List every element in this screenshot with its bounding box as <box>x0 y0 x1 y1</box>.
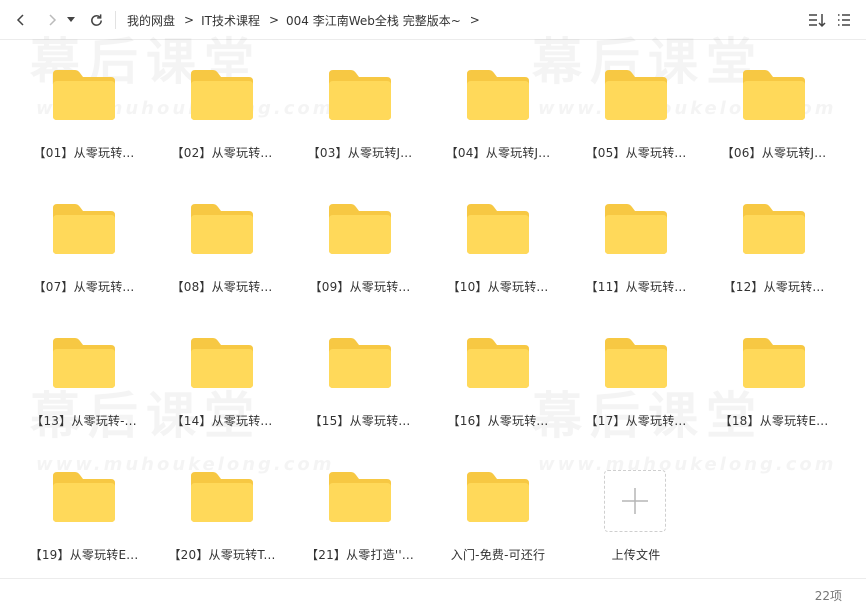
history-dropdown[interactable] <box>63 8 79 32</box>
upload-dropzone[interactable] <box>604 470 666 532</box>
list-view-icon <box>838 14 850 26</box>
folder-icon <box>329 472 391 522</box>
folder-label: 【02】从零玩转... <box>171 146 273 160</box>
folder-item[interactable]: 【18】从零玩转E... <box>705 326 843 460</box>
chevron-left-icon <box>16 14 24 26</box>
upload-file-tile[interactable]: 上传文件 <box>567 460 705 594</box>
folder-item[interactable]: 【11】从零玩转... <box>567 192 705 326</box>
folder-label: 【06】从零玩转J... <box>721 146 827 160</box>
folder-icon <box>53 204 115 254</box>
caret-down-icon <box>67 17 75 22</box>
folder-icon <box>329 70 391 120</box>
folder-icon <box>467 338 529 388</box>
folder-label: 【10】从零玩转... <box>447 280 549 294</box>
folder-label: 【17】从零玩转... <box>585 414 687 428</box>
breadcrumb-separator: > <box>268 13 280 27</box>
breadcrumb-item-root[interactable]: 我的网盘 <box>127 12 175 29</box>
breadcrumb: 我的网盘 > IT技术课程 > 004 李江南Web全栈 完整版本~ > <box>127 0 487 40</box>
breadcrumb-separator: > <box>469 13 480 27</box>
folder-item[interactable]: 【09】从零玩转... <box>291 192 429 326</box>
folder-icon <box>743 338 805 388</box>
folder-label: 【13】从零玩转-... <box>31 414 137 428</box>
folder-item[interactable]: 【07】从零玩转... <box>15 192 153 326</box>
folder-label: 入门-免费-可还行 <box>450 548 546 562</box>
folder-item[interactable]: 【20】从零玩转T... <box>153 460 291 594</box>
folder-label: 【01】从零玩转... <box>33 146 135 160</box>
folder-item[interactable]: 【19】从零玩转E... <box>15 460 153 594</box>
folder-icon <box>467 70 529 120</box>
folder-icon <box>467 472 529 522</box>
folder-item[interactable]: 【14】从零玩转... <box>153 326 291 460</box>
folder-icon <box>53 338 115 388</box>
folder-item[interactable]: 【02】从零玩转... <box>153 58 291 192</box>
folder-item[interactable]: 【15】从零玩转... <box>291 326 429 460</box>
folder-icon <box>191 70 253 120</box>
refresh-icon <box>90 13 102 26</box>
folder-icon <box>743 204 805 254</box>
refresh-button[interactable] <box>84 8 108 32</box>
sort-icon <box>809 14 826 28</box>
folder-label: 【21】从零打造''... <box>306 548 414 562</box>
back-button[interactable] <box>9 8 33 32</box>
plus-icon <box>622 488 648 514</box>
folder-item[interactable]: 【16】从零玩转... <box>429 326 567 460</box>
folder-icon <box>467 204 529 254</box>
folder-label: 【19】从零玩转E... <box>29 548 139 562</box>
breadcrumb-item-current[interactable]: 004 李江南Web全栈 完整版本~ <box>286 12 461 29</box>
folder-item[interactable]: 【01】从零玩转... <box>15 58 153 192</box>
folder-item[interactable]: 【06】从零玩转J... <box>705 58 843 192</box>
breadcrumb-item-category[interactable]: IT技术课程 <box>201 12 260 29</box>
folder-icon <box>605 70 667 120</box>
folder-label: 【07】从零玩转... <box>33 280 135 294</box>
folder-label: 【18】从零玩转E... <box>719 414 829 428</box>
folder-item[interactable]: 【10】从零玩转... <box>429 192 567 326</box>
toolbar-divider <box>115 11 116 29</box>
folder-label: 【11】从零玩转... <box>585 280 687 294</box>
chevron-right-icon <box>49 14 57 26</box>
folder-label: 【12】从零玩转... <box>723 280 825 294</box>
folder-icon <box>53 70 115 120</box>
folder-item[interactable]: 【04】从零玩转J... <box>429 58 567 192</box>
view-toggle-button[interactable] <box>834 10 854 30</box>
folder-label: 【08】从零玩转... <box>171 280 273 294</box>
upload-label: 上传文件 <box>611 548 661 562</box>
folder-label: 【20】从零玩转T... <box>168 548 276 562</box>
folder-icon <box>605 204 667 254</box>
folder-icon <box>191 204 253 254</box>
sort-button[interactable] <box>807 10 827 30</box>
breadcrumb-separator: > <box>184 13 195 27</box>
folder-item[interactable]: 【21】从零打造''... <box>291 460 429 594</box>
folder-label: 【16】从零玩转... <box>447 414 549 428</box>
status-bar: 22项 <box>0 578 866 612</box>
folder-label: 【15】从零玩转... <box>309 414 411 428</box>
folder-label: 【09】从零玩转... <box>309 280 411 294</box>
folder-item[interactable]: 【08】从零玩转... <box>153 192 291 326</box>
folder-icon <box>329 338 391 388</box>
folder-icon <box>743 70 805 120</box>
folder-item[interactable]: 【05】从零玩转... <box>567 58 705 192</box>
folder-item[interactable]: 【03】从零玩转J... <box>291 58 429 192</box>
folder-item[interactable]: 【13】从零玩转-... <box>15 326 153 460</box>
folder-label: 【03】从零玩转J... <box>307 146 413 160</box>
folder-item[interactable]: 【12】从零玩转... <box>705 192 843 326</box>
folder-item[interactable]: 入门-免费-可还行 <box>429 460 567 594</box>
folder-item[interactable]: 【17】从零玩转... <box>567 326 705 460</box>
folder-icon <box>191 472 253 522</box>
folder-icon <box>53 472 115 522</box>
folder-label: 【04】从零玩转J... <box>445 146 551 160</box>
file-grid: 【01】从零玩转... 【02】从零玩转... 【03】从零玩转J... 【04】从零… <box>15 58 843 594</box>
item-count: 22项 <box>814 589 842 603</box>
folder-icon <box>191 338 253 388</box>
forward-button[interactable] <box>40 8 64 32</box>
folder-label: 【14】从零玩转... <box>171 414 273 428</box>
toolbar: 我的网盘 > IT技术课程 > 004 李江南Web全栈 完整版本~ > <box>0 0 866 40</box>
folder-icon <box>329 204 391 254</box>
folder-icon <box>605 338 667 388</box>
folder-label: 【05】从零玩转... <box>585 146 687 160</box>
